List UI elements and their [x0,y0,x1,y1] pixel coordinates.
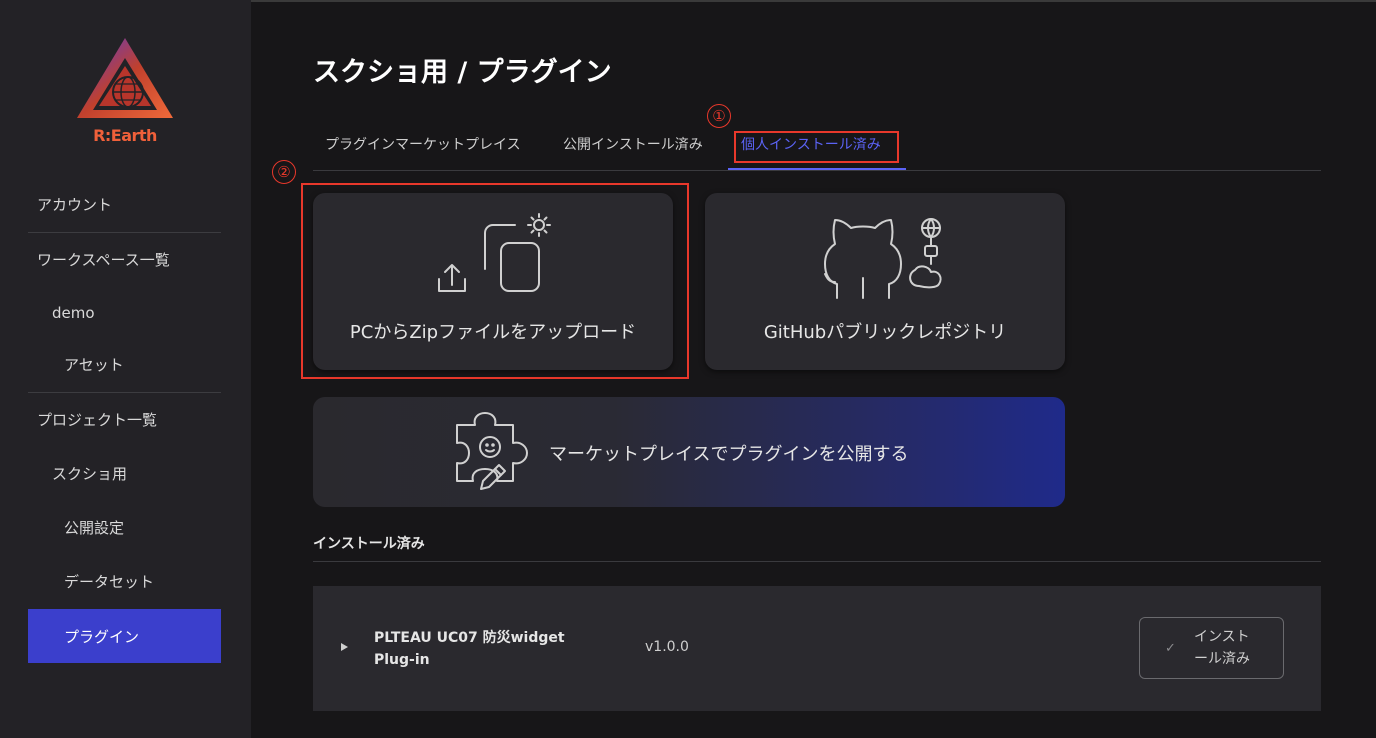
sidebar-item-label: スクショ用 [52,464,128,483]
sidebar-item-project[interactable]: スクショ用 [28,446,221,500]
reearth-logo[interactable]: R:Earth [73,36,177,146]
sidebar-item-label: アセット [64,355,124,374]
upload-zip-icon [438,213,551,292]
sidebar-item-demo[interactable]: demo [28,286,221,340]
sidebar-item-projects[interactable]: プロジェクト一覧 [28,392,221,446]
publish-marketplace-label: マーケットプレイスでプラグインを公開する [549,444,909,465]
installed-section-title: インストール済み [313,536,425,552]
sidebar-item-label: demo [52,304,95,322]
sidebar: R:Earth アカウント ワークスペース一覧 demo アセット プロジェクト… [0,0,251,738]
puzzle-icon [456,412,528,490]
github-icon [824,218,942,299]
sidebar-item-label: プラグイン [64,627,140,646]
sidebar-item-label: 公開設定 [64,518,125,537]
plugin-name: PLTEAU UC07 防災widget Plug-in [374,630,565,668]
sidebar-item-datasets[interactable]: データセット [28,554,221,608]
active-tab-indicator [728,168,906,170]
page-title: スクショ用 / プラグイン [313,57,612,88]
logo-text: R:Earth [93,126,157,145]
tab-public-installed[interactable]: 公開インストール済み [563,134,703,154]
sidebar-item-publish-settings[interactable]: 公開設定 [28,500,221,554]
plugin-version: v1.0.0 [645,639,689,655]
annotation-number-1: ① [707,104,731,128]
sidebar-item-label: データセット [64,572,155,591]
upload-zip-label: PCからZipファイルをアップロード [349,322,637,343]
sidebar-item-account[interactable]: アカウント [28,177,221,231]
sidebar-item-label: プロジェクト一覧 [37,410,158,429]
github-repo-card[interactable]: GitHubパブリックレポジトリ [705,193,1065,370]
installed-status-label: インストール済み [1193,629,1250,667]
sidebar-item-label: ワークスペース一覧 [37,250,170,269]
upload-zip-card[interactable]: PCからZipファイルをアップロード [313,193,673,370]
installed-status-button[interactable]: ✓ インストール済み [1139,617,1284,679]
tab-marketplace[interactable]: プラグインマーケットプレイス [325,134,521,154]
sidebar-item-assets[interactable]: アセット [28,337,221,391]
sidebar-item-workspaces[interactable]: ワークスペース一覧 [28,232,221,286]
annotation-box-1 [734,131,899,163]
github-repo-label: GitHubパブリックレポジトリ [763,322,1007,343]
caret-right-icon[interactable] [341,643,348,651]
sidebar-item-label: アカウント [37,195,113,214]
sidebar-item-plugins[interactable]: プラグイン [28,609,221,663]
publish-marketplace-card[interactable]: マーケットプレイスでプラグインを公開する [313,397,1065,507]
plugin-row: PLTEAU UC07 防災widget Plug-in v1.0.0 ✓ イン… [313,586,1321,711]
check-icon: ✓ [1165,640,1176,656]
logo-triangle-icon [77,38,173,118]
annotation-number-2: ② [272,160,296,184]
divider [313,561,1321,562]
